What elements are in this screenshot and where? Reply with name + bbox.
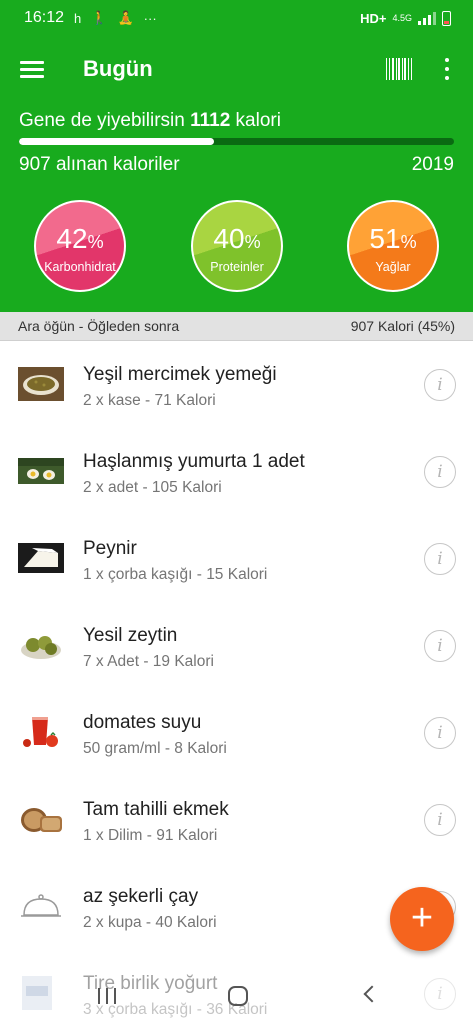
status-left: 16:12 h 🚶 🧘 ···: [24, 9, 157, 27]
info-icon[interactable]: i: [424, 804, 456, 836]
food-item[interactable]: Yeşil mercimek yemeği 2 x kase - 71 Kalo…: [0, 341, 473, 428]
macro-protein[interactable]: 40% Proteinler: [191, 200, 283, 292]
lentil-soup-image: [18, 367, 64, 401]
food-detail: 1 x Dilim - 91 Kalori: [83, 827, 218, 844]
food-detail: 50 gram/ml - 8 Kalori: [83, 740, 227, 757]
info-icon[interactable]: i: [424, 717, 456, 749]
food-name: Yeşil mercimek yemeği: [83, 364, 277, 385]
food-detail: 2 x kupa - 40 Kalori: [83, 914, 217, 931]
page-title: Bugün: [83, 56, 153, 81]
back-icon[interactable]: [363, 985, 381, 1003]
info-icon[interactable]: i: [424, 456, 456, 488]
food-item[interactable]: Yesil zeytin 7 x Adet - 19 Kalori i: [0, 602, 473, 689]
food-detail: 1 x çorba kaşığı - 15 Kalori: [83, 566, 268, 583]
food-name: az şekerli çay: [83, 886, 199, 907]
macro-carbs-label: Karbonhidrat: [44, 260, 116, 274]
status-notification-icon: h: [74, 10, 82, 26]
macro-carbs[interactable]: 42% Karbonhidrat: [34, 200, 126, 292]
network-label: HD+: [360, 10, 387, 26]
remaining-prefix: Gene de yiyebilirsin: [19, 110, 185, 131]
macro-protein-percent: 40%: [213, 223, 261, 254]
food-item[interactable]: Peynir 1 x çorba kaşığı - 15 Kalori i: [0, 515, 473, 602]
info-icon[interactable]: i: [424, 543, 456, 575]
calorie-summary: Gene de yiyebilirsin 1112 kalori 907 alı…: [0, 102, 473, 312]
food-detail: 2 x adet - 105 Kalori: [83, 479, 222, 496]
food-name: Tam tahilli ekmek: [83, 799, 229, 820]
food-name: Yesil zeytin: [83, 625, 178, 646]
add-food-button[interactable]: +: [390, 887, 454, 951]
info-icon[interactable]: i: [424, 369, 456, 401]
barcode-icon[interactable]: [386, 58, 412, 80]
food-item[interactable]: Tam tahilli ekmek 1 x Dilim - 91 Kalori …: [0, 776, 473, 863]
calorie-progress-bar: [19, 138, 454, 145]
app-bar: Bugün: [0, 36, 473, 102]
status-bar: 16:12 h 🚶 🧘 ··· HD+ 4.5G: [0, 0, 473, 36]
system-nav-bar: [0, 968, 473, 1024]
macro-fat[interactable]: 51% Yağlar: [347, 200, 439, 292]
meal-total: 907 Kalori (45%): [350, 318, 455, 334]
home-icon[interactable]: [228, 986, 248, 1006]
network-type-label: 4.5G: [392, 13, 412, 23]
remaining-suffix: kalori: [235, 110, 281, 131]
more-vert-icon[interactable]: [443, 58, 451, 80]
remaining-value: 1112: [190, 110, 231, 131]
whole-grain-bread-image: [21, 808, 62, 832]
signal-icon: [418, 11, 436, 25]
consumed-calories: 907 alınan kaloriler: [19, 154, 180, 175]
recents-icon[interactable]: [98, 988, 116, 1004]
remaining-calories: Gene de yiyebilirsin 1112 kalori: [19, 110, 281, 132]
macro-protein-label: Proteinler: [210, 260, 264, 274]
food-item[interactable]: Haşlanmış yumurta 1 adet 2 x adet - 105 …: [0, 428, 473, 515]
food-item[interactable]: domates suyu 50 gram/ml - 8 Kalori i: [0, 689, 473, 776]
food-name: Haşlanmış yumurta 1 adet: [83, 451, 305, 472]
macro-carbs-percent: 42%: [56, 223, 104, 254]
calorie-progress-fill: [19, 138, 215, 145]
status-right: HD+ 4.5G: [360, 10, 451, 26]
macro-fat-percent: 51%: [369, 223, 417, 254]
food-detail: 2 x kase - 71 Kalori: [83, 392, 216, 409]
info-icon[interactable]: i: [424, 630, 456, 662]
menu-icon[interactable]: [20, 61, 44, 78]
meal-title: Ara öğün - Öğleden sonra: [18, 318, 180, 334]
cheese-image: [18, 543, 64, 573]
status-time: 16:12: [24, 9, 65, 26]
food-name: domates suyu: [83, 712, 202, 733]
tomato-juice-image: [23, 717, 58, 747]
activity-icon: 🧘: [117, 10, 134, 25]
food-detail: 7 x Adet - 19 Kalori: [83, 653, 214, 670]
calorie-goal: 2019: [411, 154, 454, 175]
battery-icon: [442, 10, 451, 26]
meal-header[interactable]: Ara öğün - Öğleden sonra 907 Kalori (45%…: [0, 312, 473, 340]
walking-icon: 🚶: [91, 10, 108, 25]
boiled-egg-image: [18, 458, 64, 484]
macro-fat-label: Yağlar: [375, 260, 411, 274]
food-name: Peynir: [83, 538, 137, 559]
green-olives-image: [21, 636, 61, 659]
more-notifications-icon: ···: [143, 10, 157, 26]
generic-dish-icon: [21, 894, 61, 917]
